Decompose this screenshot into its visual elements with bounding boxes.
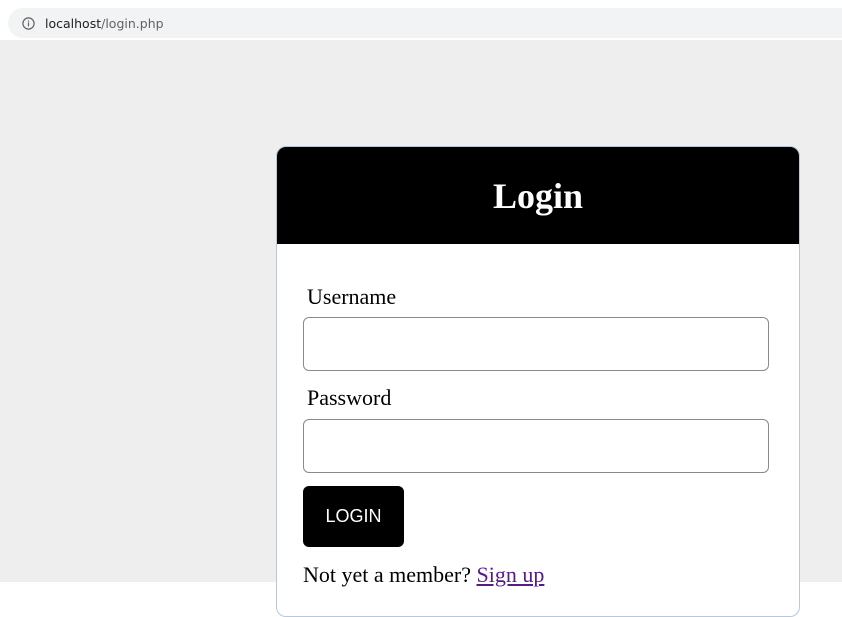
url-path: /login.php bbox=[101, 15, 164, 31]
login-card: Login Username Password LOGIN Not yet a … bbox=[276, 146, 800, 617]
page-title: Login bbox=[492, 175, 584, 216]
username-input[interactable] bbox=[303, 317, 769, 371]
signup-prompt-row: Not yet a member? Sign up bbox=[303, 562, 544, 588]
password-input[interactable] bbox=[303, 419, 769, 473]
page-viewport: Login Username Password LOGIN Not yet a … bbox=[0, 40, 842, 617]
signup-prompt: Not yet a member? bbox=[303, 562, 471, 587]
login-button[interactable]: LOGIN bbox=[303, 486, 404, 547]
address-bar[interactable]: localhost/login.php bbox=[8, 8, 842, 38]
info-icon[interactable] bbox=[22, 16, 35, 30]
url-text: localhost/login.php bbox=[45, 16, 164, 31]
url-host: localhost bbox=[45, 15, 102, 31]
signup-link[interactable]: Sign up bbox=[477, 562, 545, 587]
password-label: Password bbox=[307, 385, 392, 410]
login-header: Login bbox=[277, 147, 799, 244]
username-label: Username bbox=[307, 284, 397, 309]
